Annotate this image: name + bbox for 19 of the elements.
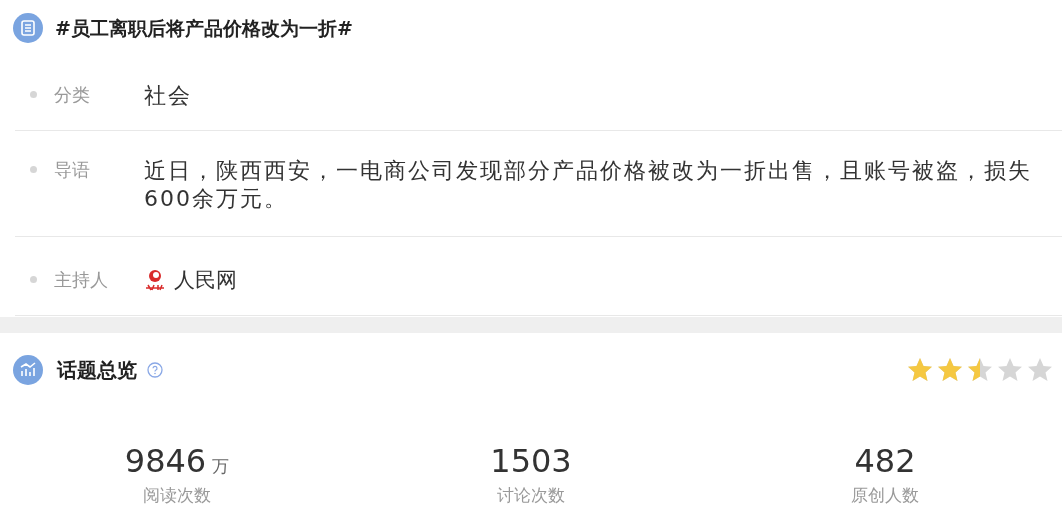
field-value: 社会 bbox=[144, 82, 193, 110]
host-name[interactable]: 人民网 bbox=[174, 267, 237, 293]
help-icon[interactable] bbox=[147, 362, 163, 378]
stat-value: 482 bbox=[854, 441, 916, 481]
stat-value: 1503 bbox=[490, 441, 572, 481]
topic-title: #员工离职后将产品价格改为一折# bbox=[55, 15, 353, 41]
field-label: 分类 bbox=[54, 83, 91, 107]
field-label: 主持人 bbox=[54, 268, 109, 292]
logo-icon bbox=[144, 268, 166, 292]
overview-title: 话题总览 bbox=[57, 357, 137, 384]
chart-icon bbox=[13, 355, 43, 385]
field-value: 近日，陕西西安，一电商公司发现部分产品价格被改为一折出售，且账号被盗，损失600余万元。 bbox=[144, 157, 1033, 213]
stat-label: 原创人数 bbox=[851, 484, 919, 507]
field-label: 导语 bbox=[54, 158, 91, 182]
stat-label: 讨论次数 bbox=[497, 484, 565, 507]
stat-unit: 万 bbox=[212, 455, 230, 478]
stat-value: 9846 bbox=[124, 441, 207, 481]
stat-label: 阅读次数 bbox=[143, 484, 211, 507]
list-icon bbox=[13, 13, 43, 43]
